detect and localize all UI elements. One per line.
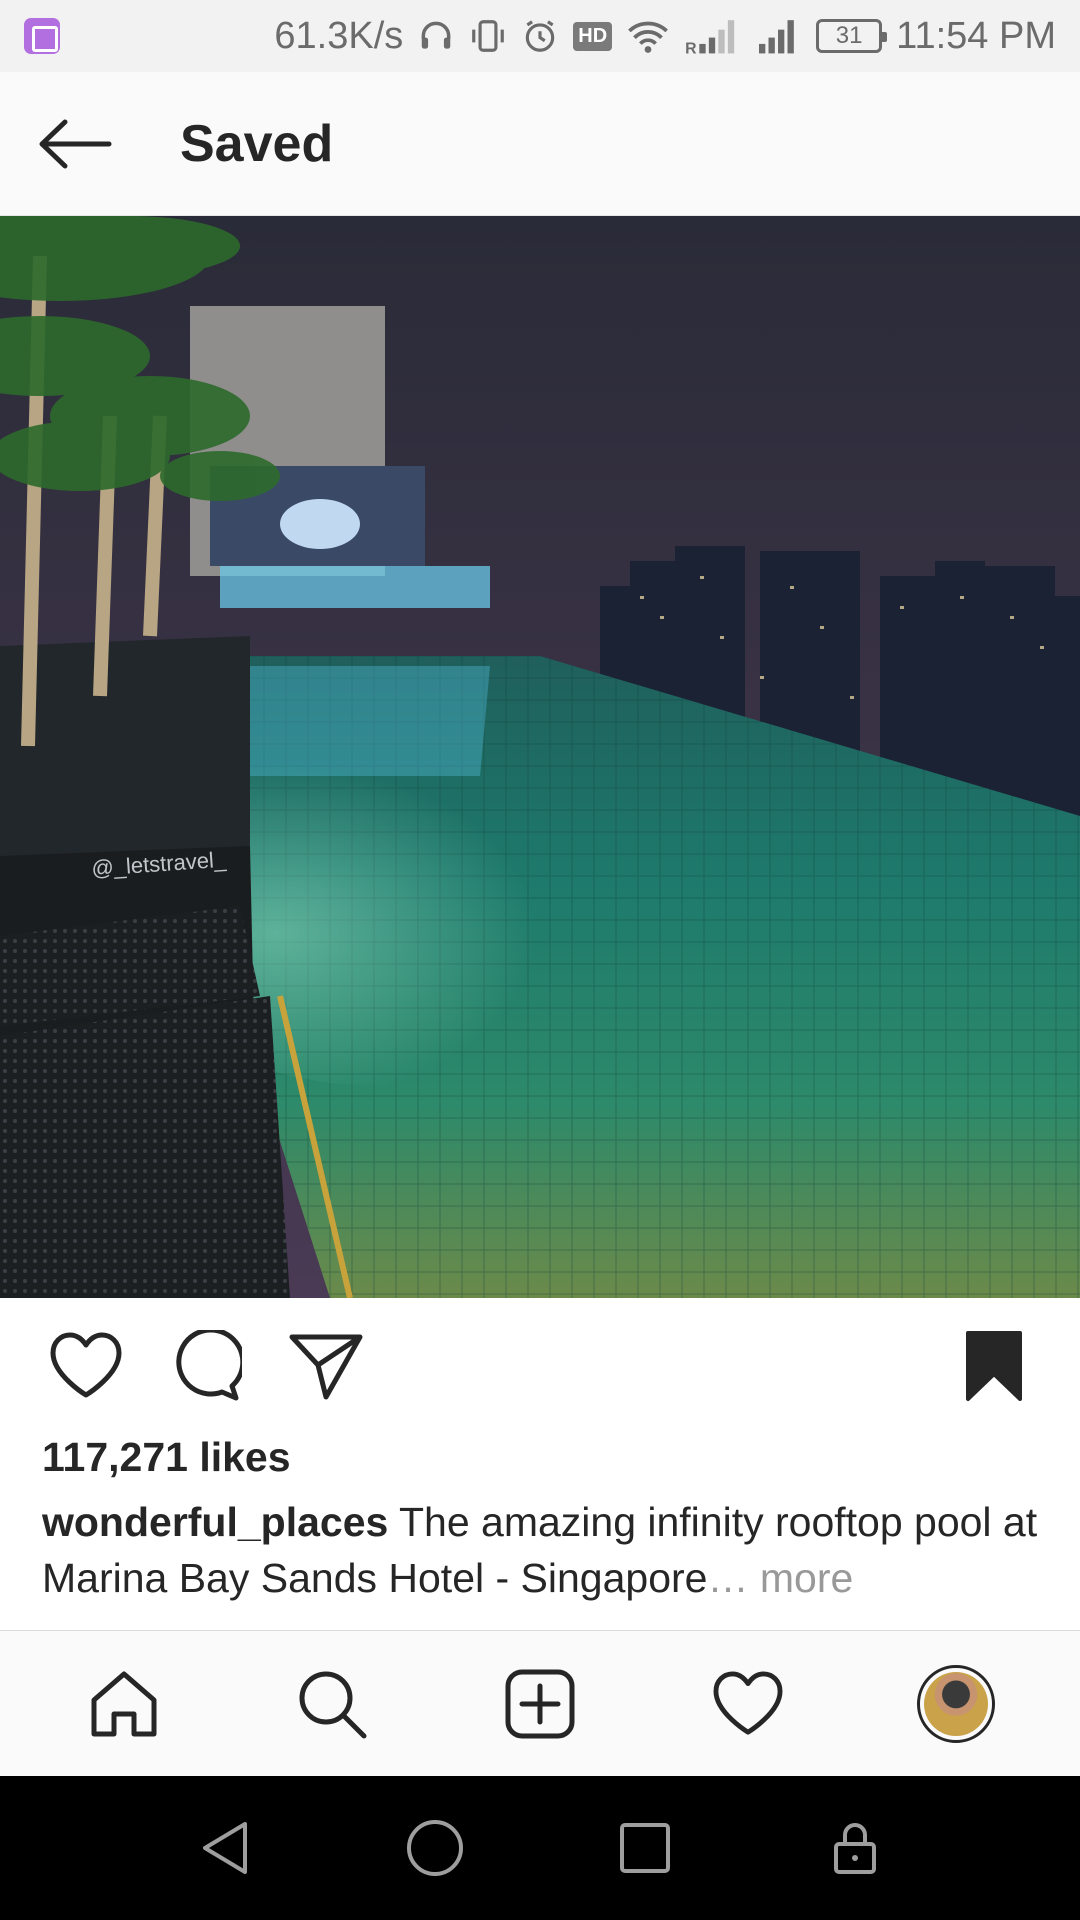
post-caption: wonderful_places The amazing infinity ro… [42, 1494, 1042, 1606]
system-nav-bar [0, 1776, 1080, 1920]
signal-icon [759, 20, 794, 54]
svg-text:R: R [685, 40, 697, 55]
network-speed: 61.3K/s [274, 14, 404, 57]
save-button[interactable] [944, 1316, 1044, 1416]
status-time: 11:54 PM [896, 14, 1056, 57]
comment-button[interactable] [156, 1316, 256, 1416]
system-lock-button[interactable] [805, 1798, 905, 1898]
hd-badge: HD [573, 21, 613, 51]
system-home-button[interactable] [385, 1798, 485, 1898]
post-action-bar [0, 1298, 1080, 1434]
alarm-icon [526, 20, 555, 52]
lock-icon [834, 1823, 876, 1874]
like-button[interactable] [36, 1316, 136, 1416]
system-recents-button[interactable] [595, 1798, 695, 1898]
nav-new-post[interactable] [480, 1644, 600, 1764]
home-icon [91, 1671, 157, 1736]
post-image[interactable]: @_letstravel_ [0, 216, 1080, 1298]
new-post-icon [505, 1669, 575, 1738]
battery-icon: 31 [816, 19, 888, 53]
wifi-icon [628, 21, 669, 53]
status-left [24, 18, 60, 54]
back-arrow-icon [39, 119, 112, 168]
headphones-icon [421, 21, 451, 49]
gallery-notification-icon [24, 18, 60, 54]
caption-username[interactable]: wonderful_places [42, 1499, 388, 1545]
status-bar: 61.3K/s HD R 31 11:54 PM [0, 0, 1080, 72]
caption-more-link[interactable]: more [748, 1555, 853, 1601]
avatar-image [924, 1671, 988, 1736]
battery-level: 31 [835, 22, 863, 49]
bottom-nav [0, 1630, 1080, 1776]
comment-icon [176, 1330, 242, 1401]
share-button[interactable] [276, 1316, 376, 1416]
nav-search[interactable] [272, 1644, 392, 1764]
pool-photo: @_letstravel_ [0, 216, 1080, 1298]
nav-activity[interactable] [688, 1644, 808, 1764]
avatar [917, 1664, 995, 1743]
bookmark-filled-icon [966, 1331, 1022, 1401]
search-icon [299, 1671, 367, 1738]
heart-icon [50, 1332, 122, 1398]
status-right: 61.3K/s HD R 31 11:54 PM [274, 15, 1056, 58]
recents-square-icon [620, 1823, 670, 1873]
send-icon [289, 1334, 363, 1400]
app-header: Saved [0, 72, 1080, 216]
nav-home[interactable] [64, 1644, 184, 1764]
page-title: Saved [180, 114, 334, 173]
likes-count[interactable]: 117,271 likes [42, 1434, 291, 1481]
nav-profile[interactable] [896, 1644, 1016, 1764]
activity-heart-icon [713, 1670, 783, 1735]
back-triangle-icon [203, 1822, 247, 1874]
signal-r-icon: R [685, 20, 735, 55]
caption-ellipsis: … [707, 1555, 749, 1601]
system-back-button[interactable] [175, 1798, 275, 1898]
back-button[interactable] [0, 72, 150, 216]
home-circle-icon [407, 1820, 463, 1876]
vibrate-icon [472, 20, 505, 52]
